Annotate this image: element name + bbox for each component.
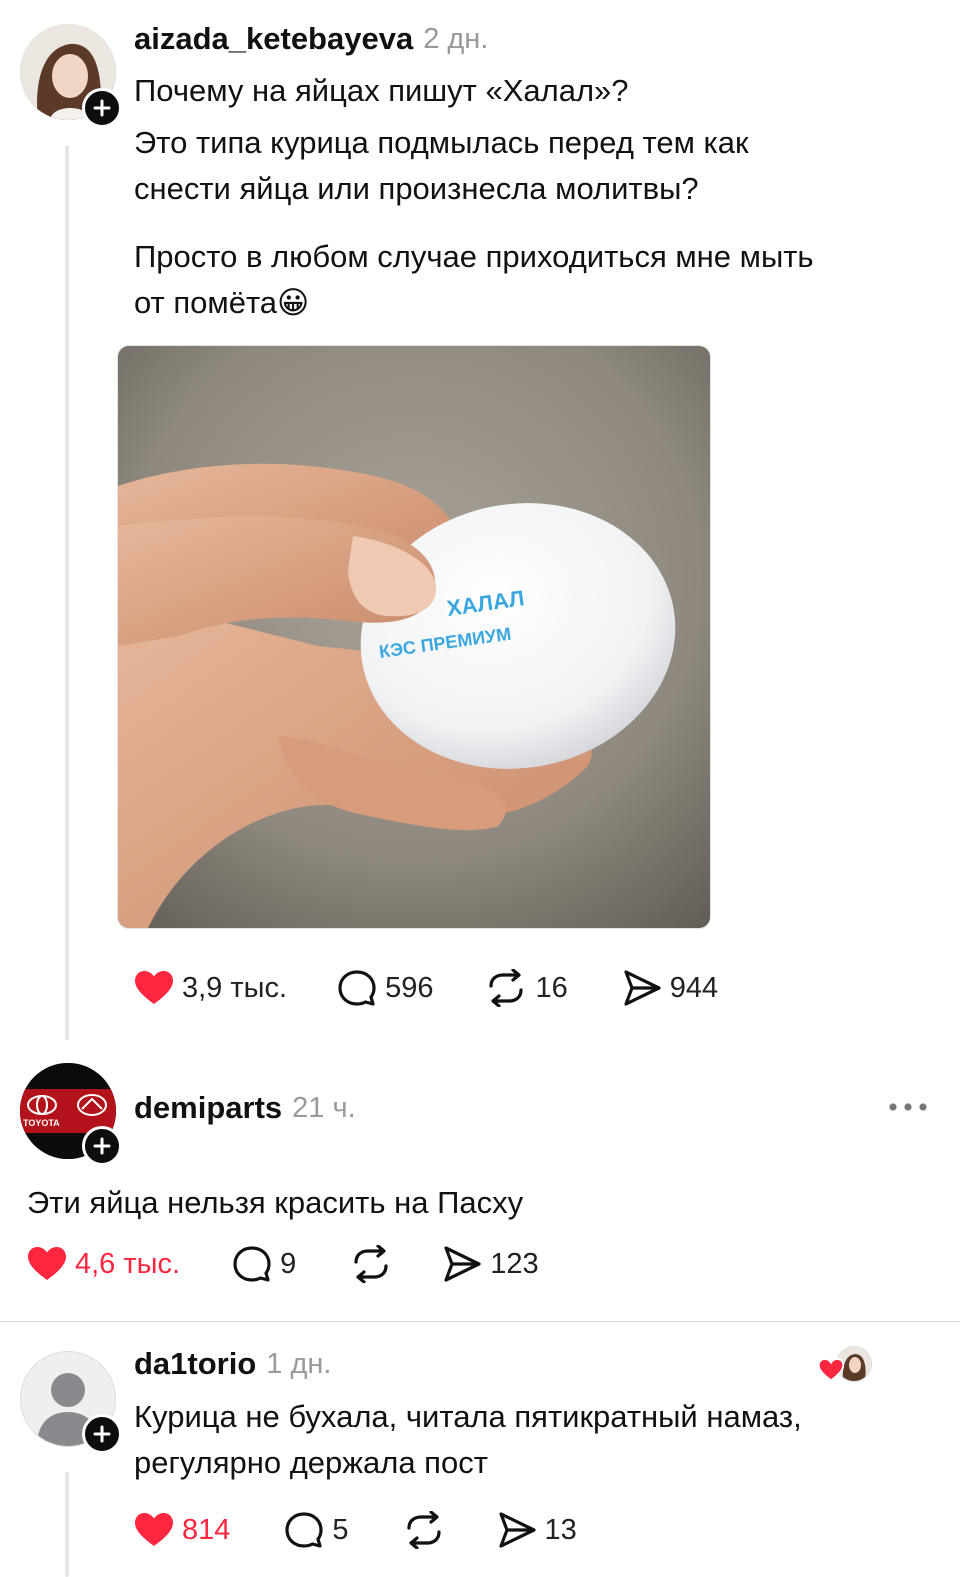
repost-icon (354, 1245, 388, 1283)
comment-count: 9 (280, 1247, 297, 1280)
send-paper-plane-icon (444, 1246, 481, 1282)
repost-icon (406, 1511, 441, 1549)
post-text-line: от помёта😀 (134, 280, 934, 326)
comment-count: 5 (332, 1513, 349, 1546)
reply2-body: Курица не бухала, читала пятикратный нам… (134, 1394, 934, 1486)
like-button[interactable]: 3,9 тыс. (134, 970, 287, 1006)
plus-icon (93, 1425, 111, 1443)
reply1-actions-bar: 4,6 тыс. 9 123 (27, 1242, 539, 1286)
reply2-actions-bar: 814 5 13 (134, 1508, 577, 1552)
repost-button[interactable] (403, 1511, 445, 1549)
reply-divider (0, 1321, 960, 1322)
share-count: 944 (669, 971, 719, 1004)
reply2-text-line: регулярно держала пост (134, 1445, 488, 1480)
post-header: aizada_ketebayeva 2 дн. (134, 18, 488, 60)
comment-bubble-icon (285, 1512, 323, 1548)
post-text-line: Это типа курица подмылась перед тем как (134, 125, 749, 160)
reply1-username[interactable]: demiparts (134, 1090, 282, 1126)
like-count: 3,9 тыс. (182, 971, 288, 1004)
heart-filled-icon (135, 1513, 173, 1546)
repost-button[interactable] (350, 1245, 392, 1283)
reply2-username[interactable]: da1torio (134, 1346, 256, 1382)
share-button[interactable]: 944 (622, 969, 718, 1007)
reply1-time: 21 ч. (292, 1091, 356, 1124)
like-button[interactable]: 4,6 тыс. (27, 1246, 180, 1282)
more-options-button[interactable] (888, 1096, 930, 1118)
plus-icon (93, 99, 111, 117)
repost-icon (489, 969, 524, 1007)
follow-plus-button[interactable] (82, 1126, 122, 1166)
like-button[interactable]: 814 (134, 1512, 230, 1548)
post-time: 2 дн. (423, 22, 489, 55)
comment-button[interactable]: 596 (337, 969, 433, 1007)
post-text-line: Просто в любом случае приходиться мне мы… (134, 239, 814, 274)
repost-count: 16 (535, 971, 568, 1004)
follow-plus-button[interactable] (82, 88, 122, 128)
hand-holding-egg-image: ХАЛАЛ КЭС ПРЕМИУМ (118, 346, 710, 928)
heart-filled-icon (135, 971, 173, 1004)
reply2-text-line: Курица не бухала, читала пятикратный нам… (134, 1399, 802, 1434)
share-button[interactable]: 13 (497, 1511, 577, 1549)
send-paper-plane-icon (624, 970, 661, 1006)
comment-button[interactable]: 5 (284, 1511, 349, 1549)
like-count: 4,6 тыс. (75, 1247, 181, 1280)
share-count: 13 (544, 1513, 577, 1546)
post-actions-bar: 3,9 тыс. 596 16 944 (134, 966, 718, 1010)
reply1-text: Эти яйца нельзя красить на Пасху (27, 1185, 524, 1220)
comment-button[interactable]: 9 (232, 1245, 296, 1283)
reply2-time: 1 дн. (266, 1347, 332, 1380)
comment-bubble-icon (233, 1246, 271, 1282)
plus-icon (93, 1137, 111, 1155)
repost-button[interactable]: 16 (485, 969, 568, 1007)
share-count: 123 (490, 1247, 539, 1280)
post-text-line: снести яйца или произнесла молитвы? (134, 171, 699, 206)
reply1-header: demiparts 21 ч. (134, 1087, 356, 1129)
send-paper-plane-icon (498, 1512, 536, 1548)
comment-bubble-icon (338, 970, 376, 1006)
heart-filled-icon (28, 1247, 66, 1280)
grinning-emoji-icon: 😀 (277, 285, 310, 321)
liked-by-author-badge (818, 1346, 872, 1382)
avatar-logo-text: TOYOTA (23, 1118, 60, 1128)
post-text-line: от помёта (134, 285, 278, 320)
heart-filled-icon (818, 1358, 844, 1382)
reply2-header: da1torio 1 дн. (134, 1343, 331, 1385)
thread-line (65, 1472, 69, 1577)
post-body: Почему на яйцах пишут «Халал»? Это типа … (134, 68, 934, 326)
share-button[interactable]: 123 (442, 1245, 539, 1283)
thread-line (65, 145, 69, 1040)
post-image[interactable]: ХАЛАЛ КЭС ПРЕМИУМ (117, 345, 711, 929)
more-dots-icon (889, 1103, 927, 1111)
post-username[interactable]: aizada_ketebayeva (134, 21, 413, 57)
like-count: 814 (182, 1513, 231, 1546)
comment-count: 596 (385, 971, 434, 1004)
post-text-line: Почему на яйцах пишут «Халал»? (134, 73, 629, 108)
follow-plus-button[interactable] (82, 1414, 122, 1454)
